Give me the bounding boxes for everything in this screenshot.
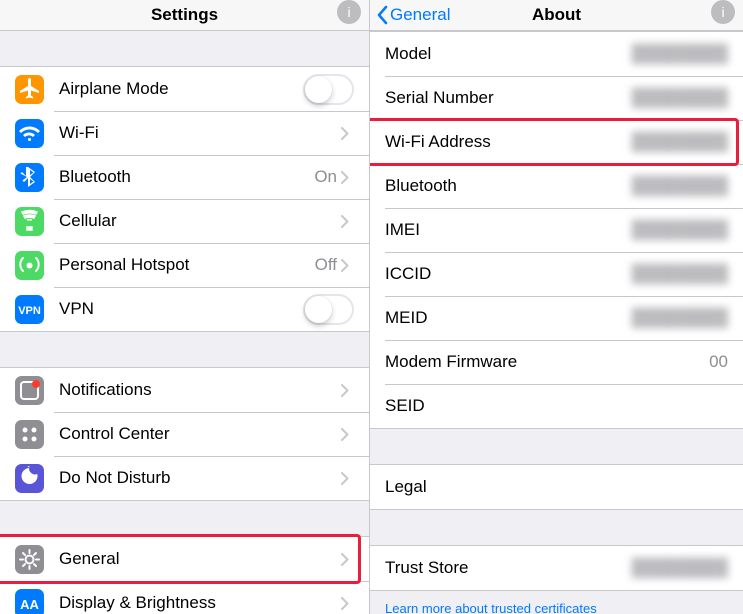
dnd-icon <box>15 464 44 493</box>
chevron-right-icon <box>341 171 359 184</box>
settings-row-notifications[interactable]: Notifications <box>0 368 369 412</box>
row-value: On <box>314 167 337 187</box>
about-value: ████████ <box>632 264 728 284</box>
about-row-legal[interactable]: Legal <box>370 465 743 509</box>
display-icon: AA <box>15 589 44 614</box>
row-label: Wi-Fi <box>59 123 337 143</box>
about-row-bluetooth-addr: Bluetooth████████ <box>370 164 743 208</box>
vpn-icon: VPN <box>15 295 44 324</box>
about-label: Serial Number <box>385 88 632 108</box>
about-label: Model <box>385 44 632 64</box>
about-label: Modem Firmware <box>385 352 709 372</box>
row-label: Control Center <box>59 424 341 444</box>
row-label: VPN <box>59 299 303 319</box>
about-row-iccid: ICCID████████ <box>370 252 743 296</box>
row-label: Bluetooth <box>59 167 314 187</box>
about-row-seid[interactable]: SEID <box>370 384 743 428</box>
chevron-right-icon <box>341 553 359 566</box>
cellular-icon <box>15 207 44 236</box>
settings-row-wifi[interactable]: Wi-Fi <box>0 111 369 155</box>
toggle-switch[interactable] <box>303 74 354 105</box>
control-center-icon <box>15 420 44 449</box>
settings-row-cellular[interactable]: Cellular <box>0 199 369 243</box>
row-value: Off <box>315 255 337 275</box>
chevron-right-icon <box>341 597 359 610</box>
row-label: General <box>59 549 341 569</box>
row-label: Personal Hotspot <box>59 255 315 275</box>
about-value: 00 <box>709 352 728 372</box>
settings-title: Settings <box>151 5 218 25</box>
toggle-switch[interactable] <box>303 294 354 325</box>
about-row-modem: Modem Firmware00 <box>370 340 743 384</box>
about-label: ICCID <box>385 264 632 284</box>
about-label: Wi-Fi Address <box>385 132 632 152</box>
chevron-right-icon <box>341 384 359 397</box>
about-value: ████████ <box>632 176 728 196</box>
settings-row-airplane-mode[interactable]: Airplane Mode <box>0 67 369 111</box>
chevron-right-icon <box>341 215 359 228</box>
about-header: General About i <box>370 0 743 31</box>
settings-row-vpn[interactable]: VPN VPN <box>0 287 369 331</box>
about-panel: General About i Model████████Serial Numb… <box>370 0 743 614</box>
about-row-wifi-address: Wi-Fi Address████████ <box>370 120 743 164</box>
about-label: MEID <box>385 308 632 328</box>
about-value: ████████ <box>632 44 728 64</box>
settings-row-control-center[interactable]: Control Center <box>0 412 369 456</box>
settings-row-hotspot[interactable]: Personal HotspotOff <box>0 243 369 287</box>
about-value: ████████ <box>632 88 728 108</box>
about-row-meid: MEID████████ <box>370 296 743 340</box>
back-label: General <box>390 5 450 25</box>
about-value: ████████ <box>632 132 728 152</box>
airplane-icon <box>15 75 44 104</box>
about-title: About <box>532 5 581 25</box>
row-label: Display & Brightness <box>59 593 341 613</box>
about-label: Bluetooth <box>385 176 632 196</box>
chevron-right-icon <box>341 472 359 485</box>
svg-text:AA: AA <box>20 597 39 612</box>
notifications-icon <box>15 376 44 405</box>
row-label: Cellular <box>59 211 341 231</box>
info-icon[interactable]: i <box>337 0 361 24</box>
about-value: ████████ <box>632 308 728 328</box>
row-label: Notifications <box>59 380 341 400</box>
settings-row-bluetooth[interactable]: BluetoothOn <box>0 155 369 199</box>
info-icon-right[interactable]: i <box>711 0 735 24</box>
hotspot-icon <box>15 251 44 280</box>
row-label: Airplane Mode <box>59 79 303 99</box>
about-label: IMEI <box>385 220 632 240</box>
bluetooth-icon <box>15 163 44 192</box>
settings-panel: Settings i Airplane Mode Wi-Fi BluetoothOn… <box>0 0 370 614</box>
about-row-serial: Serial Number████████ <box>370 76 743 120</box>
general-icon <box>15 545 44 574</box>
about-label: SEID <box>385 396 722 416</box>
chevron-right-icon <box>341 127 359 140</box>
about-label: Trust Store <box>385 558 632 578</box>
settings-header: Settings i <box>0 0 369 31</box>
about-row-trust-store: Trust Store████████ <box>370 546 743 590</box>
about-label: Legal <box>385 477 722 497</box>
back-button[interactable]: General <box>376 5 450 25</box>
settings-row-general[interactable]: General <box>0 537 369 581</box>
about-value: ████████ <box>632 558 728 578</box>
chevron-right-icon <box>341 259 359 272</box>
settings-row-display[interactable]: AA Display & Brightness <box>0 581 369 614</box>
row-label: Do Not Disturb <box>59 468 341 488</box>
chevron-right-icon <box>341 428 359 441</box>
learn-more-link[interactable]: Learn more about trusted certificates <box>370 591 743 614</box>
settings-row-dnd[interactable]: Do Not Disturb <box>0 456 369 500</box>
about-value: ████████ <box>632 220 728 240</box>
about-row-model: Model████████ <box>370 32 743 76</box>
svg-text:VPN: VPN <box>18 305 41 317</box>
wifi-icon <box>15 119 44 148</box>
about-row-imei: IMEI████████ <box>370 208 743 252</box>
